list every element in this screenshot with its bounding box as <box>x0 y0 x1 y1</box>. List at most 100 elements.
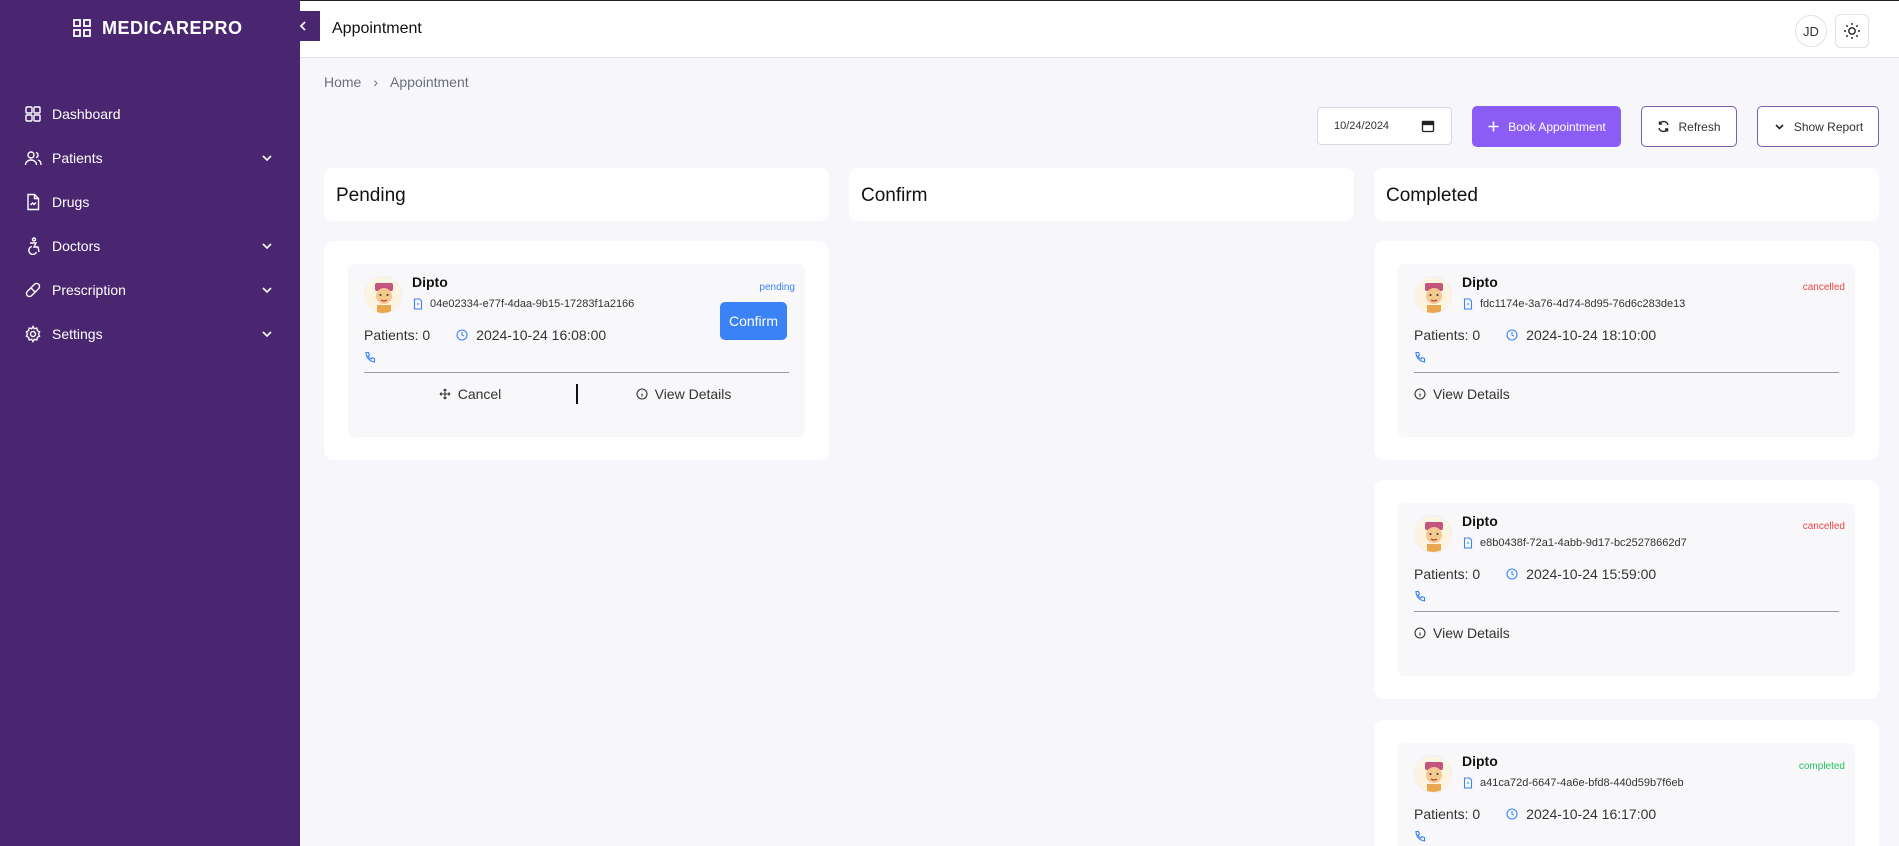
sidebar-item-label: Drugs <box>52 194 90 210</box>
cancel-label: Cancel <box>457 386 502 402</box>
appointment-info-row: Patients: 0 2024-10-24 16:08:00 <box>364 327 606 343</box>
patient-avatar <box>1414 276 1452 314</box>
appointment-time: 2024-10-24 16:08:00 <box>476 327 607 343</box>
clock-icon <box>1506 808 1518 820</box>
patient-name: Dipto <box>1462 513 1498 529</box>
view-details-button[interactable]: View Details <box>1414 625 1510 641</box>
appointment-id-row: e8b0438f-72a1-4abb-9d17-bc25278662d7 <box>1462 537 1687 549</box>
clock-icon <box>1506 568 1518 580</box>
appointment-id: a41ca72d-6647-4a6e-bfd8-440d59b7f6eb <box>1480 777 1684 789</box>
view-details-button[interactable]: View Details <box>1414 386 1510 402</box>
card-actions: View Details <box>1414 613 1839 653</box>
document-icon <box>1463 298 1473 310</box>
phone-icon[interactable] <box>1414 590 1426 602</box>
card-divider <box>364 372 789 373</box>
phone-icon[interactable] <box>364 351 376 363</box>
brand-name: MEDICAREPRO <box>102 17 243 38</box>
appointment-panel: Dipto a41ca72d-6647-4a6e-bfd8-440d59b7f6… <box>1374 720 1879 846</box>
sidebar-item-label: Patients <box>52 150 103 166</box>
patients-count: Patients: 0 <box>1414 806 1481 822</box>
chevron-down-icon[interactable] <box>260 151 274 165</box>
document-icon <box>413 298 423 310</box>
sidebar-item-patients[interactable]: Patients <box>0 136 300 180</box>
sidebar-item-label: Dashboard <box>52 106 121 122</box>
patients-count: Patients: 0 <box>1414 566 1481 582</box>
sidebar-item-label: Doctors <box>52 238 101 254</box>
appointment-id: 04e02334-e77f-4daa-9b15-17283f1a2166 <box>430 298 635 310</box>
appointment-card: Dipto fdc1174e-3a76-4d74-8d95-76d6c283de… <box>1398 264 1855 437</box>
patients-count: Patients: 0 <box>1414 327 1481 343</box>
chevron-left-icon <box>299 21 306 31</box>
breadcrumb: Home › Appointment <box>324 74 469 90</box>
appointment-card: Dipto 04e02334-e77f-4daa-9b15-17283f1a21… <box>348 264 805 437</box>
view-details-label: View Details <box>1433 625 1510 641</box>
appointment-info-row: Patients: 0 2024-10-24 15:59:00 <box>1414 566 1656 582</box>
book-appointment-button[interactable]: Book Appointment <box>1472 106 1621 147</box>
patient-name: Dipto <box>412 274 448 290</box>
confirm-button[interactable]: Confirm <box>720 302 787 340</box>
patients-count: Patients: 0 <box>364 327 431 343</box>
card-actions: Cancel View Details <box>364 374 789 414</box>
chevron-down-icon[interactable] <box>260 239 274 253</box>
book-appointment-label: Book Appointment <box>1508 119 1606 134</box>
chevron-down-icon <box>1775 124 1784 130</box>
column-header-confirm: Confirm <box>849 168 1354 221</box>
gear-icon <box>24 325 42 343</box>
appointment-time: 2024-10-24 18:10:00 <box>1526 327 1657 343</box>
cancel-button[interactable]: Cancel <box>439 386 502 402</box>
appointment-id: fdc1174e-3a76-4d74-8d95-76d6c283de13 <box>1480 298 1686 310</box>
patient-avatar <box>1414 515 1452 553</box>
date-value: 10/24/2024 <box>1334 120 1390 132</box>
grid-icon <box>24 105 42 123</box>
grid-logo-icon <box>73 19 91 37</box>
sidebar-collapse-button[interactable] <box>286 11 320 41</box>
top-header: Appointment JD <box>300 0 1899 58</box>
clock-icon <box>456 329 468 341</box>
appointment-id-row: 04e02334-e77f-4daa-9b15-17283f1a2166 <box>412 298 634 310</box>
appointment-panel: Dipto 04e02334-e77f-4daa-9b15-17283f1a21… <box>324 241 829 460</box>
file-icon <box>24 193 42 211</box>
sidebar-item-label: Settings <box>52 326 103 342</box>
refresh-icon <box>1658 120 1670 133</box>
card-actions: View Details <box>1414 374 1839 414</box>
breadcrumb-home-link[interactable]: Home <box>324 74 361 90</box>
patient-avatar <box>1414 755 1452 793</box>
view-details-button[interactable]: View Details <box>636 386 732 402</box>
sidebar: MEDICAREPRO Dashboard Patients Drugs Doc… <box>0 0 300 846</box>
appointment-id-row: fdc1174e-3a76-4d74-8d95-76d6c283de13 <box>1462 298 1685 310</box>
pill-icon <box>24 281 42 299</box>
sidebar-item-settings[interactable]: Settings <box>0 312 300 356</box>
show-report-button[interactable]: Show Report <box>1757 106 1879 147</box>
date-picker-input[interactable]: 10/24/2024 <box>1317 107 1452 145</box>
appointment-panel: Dipto e8b0438f-72a1-4abb-9d17-bc25278662… <box>1374 480 1879 699</box>
sidebar-item-prescription[interactable]: Prescription <box>0 268 300 312</box>
phone-icon[interactable] <box>1414 351 1426 363</box>
sidebar-item-label: Prescription <box>52 282 126 298</box>
sidebar-item-doctors[interactable]: Doctors <box>0 224 300 268</box>
info-icon <box>636 388 648 400</box>
breadcrumb-current: Appointment <box>390 74 469 90</box>
view-details-label: View Details <box>654 386 732 402</box>
show-report-label: Show Report <box>1793 119 1864 134</box>
appointment-time: 2024-10-24 15:59:00 <box>1526 566 1657 582</box>
appointment-panel: Dipto fdc1174e-3a76-4d74-8d95-76d6c283de… <box>1374 241 1879 460</box>
sidebar-item-drugs[interactable]: Drugs <box>0 180 300 224</box>
appointment-card: Dipto e8b0438f-72a1-4abb-9d17-bc25278662… <box>1398 503 1855 676</box>
card-divider <box>1414 611 1839 612</box>
page-title: Appointment <box>332 20 422 37</box>
phone-icon[interactable] <box>1414 830 1426 842</box>
brand-logo[interactable]: MEDICAREPRO <box>72 16 243 40</box>
user-avatar-button[interactable]: JD <box>1795 15 1827 47</box>
patient-name: Dipto <box>1462 753 1498 769</box>
calendar-icon[interactable] <box>1421 119 1435 133</box>
chevron-down-icon[interactable] <box>260 283 274 297</box>
chevron-down-icon[interactable] <box>260 327 274 341</box>
theme-toggle-button[interactable] <box>1835 14 1869 48</box>
breadcrumb-separator: › <box>373 74 379 90</box>
column-header-pending: Pending <box>324 168 829 221</box>
patient-name: Dipto <box>1462 274 1498 290</box>
appointment-id-row: a41ca72d-6647-4a6e-bfd8-440d59b7f6eb <box>1462 777 1684 789</box>
sidebar-item-dashboard[interactable]: Dashboard <box>0 92 300 136</box>
refresh-button[interactable]: Refresh <box>1641 106 1737 147</box>
clock-icon <box>1506 329 1518 341</box>
